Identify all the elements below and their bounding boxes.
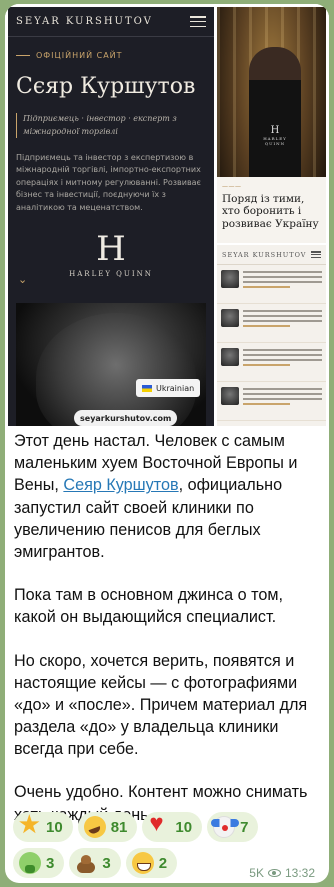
reaction-count: 10 <box>46 818 63 836</box>
site-kicker: ОФІЦІЙНИЙ САЙТ <box>16 51 214 60</box>
message-paragraph-1: Этот день настал. Человек с самым малень… <box>14 430 322 563</box>
reaction-count: 81 <box>110 818 128 836</box>
hero-date-line: ——— <box>222 183 242 190</box>
rofl-emoji-icon <box>83 816 106 838</box>
reaction-heart[interactable]: 10 <box>142 812 203 842</box>
news-brand: SEYAR KURSHUTOV <box>222 250 307 259</box>
news-text-lines <box>243 348 322 376</box>
kicker-line <box>16 55 30 56</box>
image-collage[interactable]: SEYAR KURSHUTOV ОФІЦІЙНИЙ САЙТ Сєяр Курш… <box>5 4 329 426</box>
reaction-star[interactable]: 10 <box>13 812 73 842</box>
news-thumb <box>221 348 239 366</box>
news-header: SEYAR KURSHUTOV <box>217 245 326 265</box>
message-text: Этот день настал. Человек с самым малень… <box>14 430 322 847</box>
site-header: SEYAR KURSHUTOV <box>8 7 214 37</box>
news-text-lines <box>243 387 322 415</box>
vomit-emoji-icon <box>19 852 41 874</box>
site-kicker-text: ОФІЦІЙНИЙ САЙТ <box>36 51 123 60</box>
monogram-letter: H <box>96 229 126 270</box>
news-text-lines <box>243 270 322 298</box>
website-screenshot-news[interactable]: SEYAR KURSHUTOV <box>217 245 326 426</box>
reaction-rofl[interactable]: 81 <box>77 812 138 842</box>
view-count: 5K <box>249 866 264 880</box>
heart-emoji-icon <box>148 812 170 838</box>
reaction-clown[interactable]: 7 <box>207 812 259 842</box>
hero-monogram-caption: HARLEY QUINN <box>263 136 287 146</box>
site-person-name: Сєяр Куршутов <box>16 74 196 99</box>
man-silhouette <box>249 47 301 197</box>
hero-monogram-letter: H <box>270 125 280 136</box>
site-url-badge: seyarkurshutov.com <box>74 410 178 426</box>
reaction-vomit[interactable]: 3 <box>13 848 65 878</box>
reaction-count: 2 <box>158 854 168 872</box>
reaction-count: 3 <box>102 854 111 872</box>
site-portrait-photo: Ukrainian seyarkurshutov.com <box>16 303 206 426</box>
news-thumb <box>221 309 239 327</box>
news-item <box>217 304 326 343</box>
hero-headline: Поряд із тими, хто боронить і розвиває У… <box>222 193 319 230</box>
news-thumb <box>221 270 239 288</box>
news-item <box>217 343 326 382</box>
eye-icon <box>267 869 281 877</box>
clown-emoji-icon <box>211 816 240 838</box>
news-item <box>217 382 326 421</box>
person-link[interactable]: Сеяр Куршутов <box>63 476 178 494</box>
site-description: Підприємець та інвестор з експертизою в … <box>16 153 201 212</box>
grin-emoji-icon <box>131 852 154 874</box>
menu-icon <box>190 16 206 27</box>
message-paragraph-2: Пока там в основном джинса о том, какой … <box>14 586 283 627</box>
news-item <box>217 265 326 304</box>
reaction-count: 7 <box>240 818 249 836</box>
reaction-poop[interactable]: 3 <box>69 848 121 878</box>
message-meta: 5K 13:32 <box>249 866 315 880</box>
reaction-grin[interactable]: 2 <box>125 848 178 878</box>
reactions-row-1: 10 81 10 7 <box>13 812 313 842</box>
website-screenshot-hero[interactable]: H HARLEY QUINN ——— Поряд із тими, хто бо… <box>217 7 326 243</box>
site-brand: SEYAR KURSHUTOV <box>16 16 153 27</box>
news-thumb <box>221 387 239 405</box>
star-emoji-icon <box>19 813 41 838</box>
monogram-caption: HARLEY QUINN <box>69 270 153 279</box>
site-tagline: Підприємець · інвестор · експерт з міжна… <box>16 113 206 139</box>
hero-monogram: H HARLEY QUINN <box>257 125 293 146</box>
message-bubble: SEYAR KURSHUTOV ОФІЦІЙНИЙ САЙТ Сєяр Курш… <box>5 4 329 883</box>
news-text-lines <box>243 309 322 337</box>
ukraine-flag-icon <box>142 384 152 392</box>
scroll-down-chevron-icon: ⌄ <box>18 273 28 286</box>
language-label: Ukrainian <box>156 383 195 393</box>
reaction-count: 10 <box>175 818 193 836</box>
message-time: 13:32 <box>284 866 315 880</box>
reaction-count: 3 <box>46 854 55 872</box>
hero-caption: ——— Поряд із тими, хто боронить і розвив… <box>217 177 326 243</box>
message-paragraph-3: Но скоро, хочется верить, появятся и нас… <box>14 651 308 759</box>
news-menu-icon <box>311 251 321 258</box>
language-switcher: Ukrainian <box>136 379 201 397</box>
website-screenshot-main[interactable]: SEYAR KURSHUTOV ОФІЦІЙНИЙ САЙТ Сєяр Курш… <box>8 7 214 426</box>
poop-emoji-icon <box>75 852 97 874</box>
site-monogram: H HARLEY QUINN <box>8 232 214 278</box>
